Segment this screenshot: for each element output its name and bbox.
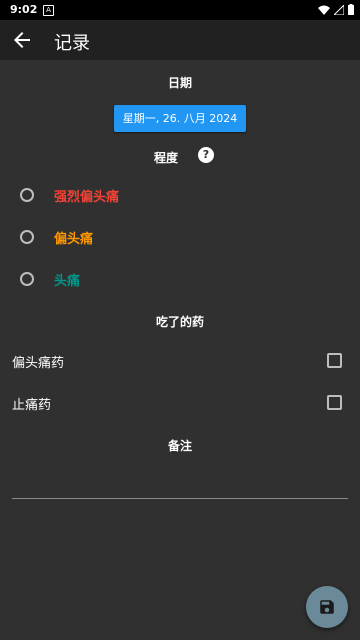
save-button[interactable] [306,586,348,628]
arrow-left-icon[interactable] [10,28,34,52]
radio-label: 头痛 [54,274,81,289]
checkbox[interactable] [327,353,342,368]
date-label: 日期 [167,76,192,90]
medicine-label: 吃了的药 [155,315,204,329]
wifi-icon [318,5,330,15]
radio-circle[interactable] [20,188,34,202]
radio-migraine[interactable]: 偏头痛 [0,217,360,257]
checkbox[interactable] [327,395,342,410]
severity-label: 程度 [153,151,178,165]
medicine-item-label: 止痛药 [12,398,52,413]
status-bar: 9:02 A [0,0,360,20]
notes-input[interactable] [12,462,348,499]
help-icon[interactable]: ? [198,147,214,163]
app-bar: 记录 [0,20,360,60]
radio-label: 偏头痛 [54,232,94,247]
notification-icon: A [43,5,54,16]
radio-circle[interactable] [20,272,34,286]
battery-icon [348,4,354,15]
radio-label: 强烈偏头痛 [54,190,120,205]
page-title: 记录 [54,33,90,54]
medicine-item-migraine[interactable]: 偏头痛药 [0,341,360,381]
medicine-item-painkiller[interactable]: 止痛药 [0,383,360,423]
date-picker-button[interactable]: 星期一, 26. 八月 2024 [114,105,246,132]
save-icon [320,600,334,614]
notes-label: 备注 [167,439,192,453]
status-time: 9:02 [10,3,38,16]
radio-strong-migraine[interactable]: 强烈偏头痛 [0,175,360,215]
signal-icon [334,4,344,15]
medicine-item-label: 偏头痛药 [12,356,65,371]
radio-circle[interactable] [20,230,34,244]
system-icons [318,4,354,15]
radio-headache[interactable]: 头痛 [0,259,360,299]
